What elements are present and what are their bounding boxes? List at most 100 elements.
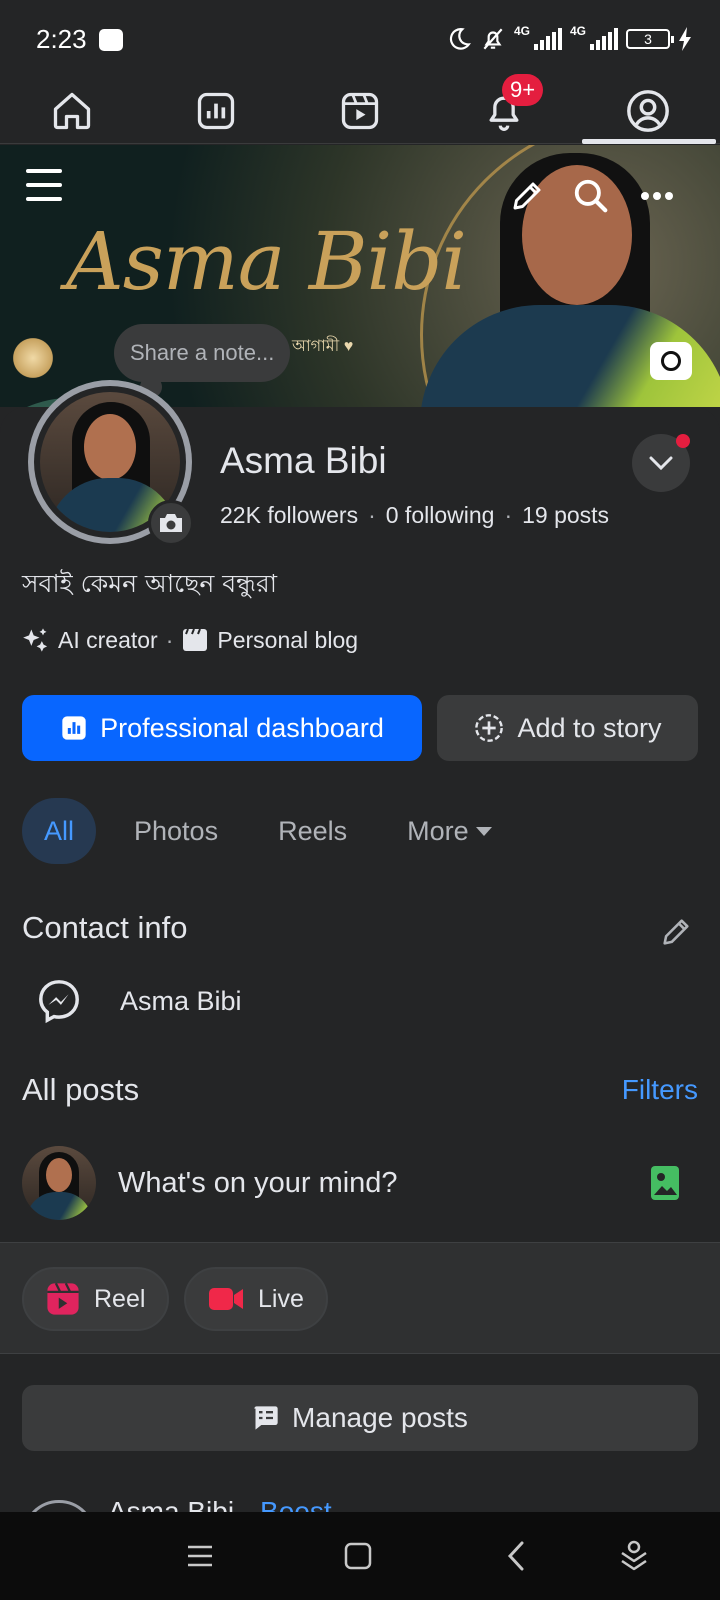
status-bar: 2:23 4G 4G 3 <box>0 0 720 78</box>
profile-categories: AI creator · Personal blog <box>22 626 358 654</box>
all-posts-heading: All posts <box>22 1072 140 1107</box>
camera-icon <box>160 514 182 532</box>
profile-name: Asma Bibi <box>220 440 387 481</box>
cover-title: Asma Bibi <box>66 215 467 308</box>
tab-profile[interactable] <box>608 78 688 144</box>
add-to-story-button[interactable]: Add to story <box>437 695 698 761</box>
video-icon <box>341 92 379 130</box>
assistant-button[interactable] <box>604 1530 664 1582</box>
button-label: Professional dashboard <box>100 712 384 743</box>
tab-dashboard[interactable] <box>176 78 256 144</box>
dashboard-icon <box>197 92 235 130</box>
followers-count[interactable]: 22K followers <box>220 502 358 529</box>
tab-home[interactable] <box>32 78 112 144</box>
cover-decoration-flower <box>10 335 56 381</box>
menu-icon <box>26 169 62 201</box>
category-separator: · <box>165 626 174 653</box>
messenger-name: Asma Bibi <box>120 985 242 1016</box>
moon-icon <box>449 28 471 50</box>
status-icons: 4G 4G 3 <box>446 22 692 56</box>
tab-all[interactable]: All <box>22 798 97 864</box>
tab-photos[interactable]: Photos <box>112 798 240 864</box>
signal-icon-2 <box>590 28 618 50</box>
back-button[interactable] <box>486 1530 546 1582</box>
tab-more[interactable]: More <box>385 798 515 864</box>
create-options-band: Reel Live <box>0 1242 720 1354</box>
contact-info-heading: Contact info <box>22 910 188 945</box>
menu-button[interactable] <box>18 159 70 211</box>
network-type-1: 4G <box>513 24 530 38</box>
system-nav-bar <box>0 1512 720 1600</box>
caret-down-icon <box>475 827 492 836</box>
live-label: Live <box>258 1284 304 1313</box>
notification-badge: 9+ <box>502 74 544 106</box>
add-story-icon <box>475 714 504 742</box>
status-time: 2:23 <box>36 24 87 54</box>
charging-icon <box>679 27 691 51</box>
tab-video[interactable] <box>320 78 400 144</box>
reel-icon <box>47 1282 79 1315</box>
category-personal-blog[interactable]: Personal blog <box>181 627 358 654</box>
go-live-button[interactable]: Live <box>184 1267 328 1331</box>
button-label: Manage posts <box>292 1402 468 1433</box>
pencil-icon <box>513 182 541 210</box>
battery-icon: 3 <box>626 29 674 49</box>
square-icon <box>344 1542 372 1570</box>
home-button[interactable] <box>328 1530 388 1582</box>
button-label: Add to story <box>517 712 662 743</box>
menu-lines-icon <box>188 1545 212 1567</box>
photo-icon[interactable] <box>650 1165 680 1201</box>
home-icon <box>53 92 91 130</box>
reel-label: Reel <box>94 1284 146 1313</box>
app-notification-icon <box>99 29 123 51</box>
edit-cover-button[interactable] <box>504 173 550 219</box>
assistant-icon <box>621 1540 647 1571</box>
following-count[interactable]: 0 following <box>386 502 495 529</box>
recent-apps-button[interactable] <box>170 1530 230 1582</box>
tab-reels[interactable]: Reels <box>256 798 369 864</box>
cover-subtitle: আগামী ♥ <box>292 338 354 355</box>
sparkle-icon <box>23 628 48 652</box>
create-reel-button[interactable]: Reel <box>22 1267 170 1331</box>
cover-camera-icon[interactable] <box>650 342 692 380</box>
post-composer[interactable]: What's on your mind? <box>22 1146 698 1220</box>
profile-icon <box>627 90 669 132</box>
stat-separator: · <box>504 502 513 528</box>
composer-avatar <box>22 1146 96 1220</box>
profile-filter-tabs: All Photos Reels More <box>22 798 531 864</box>
top-tab-bar: 9+ <box>0 74 720 144</box>
unread-dot <box>676 434 690 448</box>
tab-more-label: More <box>407 815 469 846</box>
chevron-down-icon <box>649 456 673 470</box>
category-label: AI creator <box>58 626 158 653</box>
avatar-camera-button[interactable] <box>148 500 194 546</box>
bell-muted-icon <box>483 28 503 50</box>
dashboard-icon <box>62 716 86 740</box>
stat-separator: · <box>368 502 376 528</box>
back-arrow-icon <box>507 1541 524 1571</box>
live-video-icon <box>209 1288 243 1310</box>
professional-dashboard-button[interactable]: Professional dashboard <box>22 695 422 761</box>
search-button[interactable] <box>568 173 614 219</box>
active-tab-indicator <box>582 139 716 144</box>
share-note-bubble[interactable]: Share a note... <box>114 324 291 382</box>
messenger-icon <box>39 980 79 1024</box>
blog-icon <box>183 628 208 651</box>
manage-posts-icon <box>254 1406 278 1430</box>
profile-bio: সবাই কেমন আছেন বন্ধুরা <box>22 569 277 598</box>
search-icon <box>574 179 608 213</box>
category-ai-creator[interactable]: AI creator <box>22 626 158 654</box>
edit-contact-button[interactable] <box>652 908 700 956</box>
tab-notifications[interactable]: 9+ <box>464 74 544 144</box>
more-options-button[interactable] <box>634 173 680 219</box>
signal-icon <box>533 28 562 50</box>
cover-photo[interactable]: Asma Bibi আগামী ♥ <box>0 145 720 407</box>
manage-posts-button[interactable]: Manage posts <box>22 1385 698 1451</box>
more-icon <box>641 192 673 200</box>
pencil-icon <box>663 919 689 945</box>
profile-stats: 22K followers · 0 following · 19 posts <box>220 502 609 529</box>
category-label: Personal blog <box>217 626 359 653</box>
filters-link[interactable]: Filters <box>622 1074 698 1106</box>
contact-messenger[interactable]: Asma Bibi <box>36 978 242 1024</box>
posts-count[interactable]: 19 posts <box>522 502 609 529</box>
